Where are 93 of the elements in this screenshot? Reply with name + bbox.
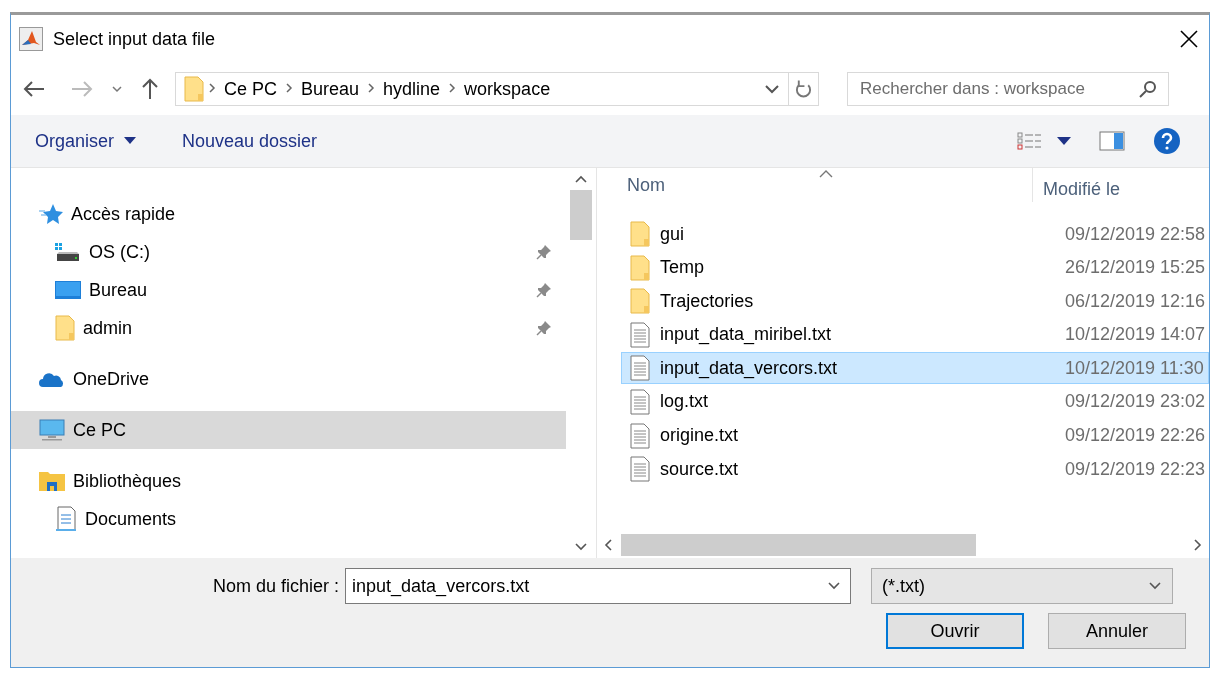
modified-date: 26/12/2019 15:25	[1065, 257, 1206, 279]
chevron-left-icon	[603, 538, 613, 552]
window-title: Select input data file	[53, 28, 217, 50]
column-header[interactable]: Nom	[597, 168, 1033, 202]
up-button[interactable]	[141, 78, 159, 100]
drive-icon	[55, 242, 81, 262]
file-row[interactable]: gui 09/12/2019 22:58	[621, 218, 1209, 250]
file-name: source.txt	[660, 458, 740, 480]
folder-icon	[630, 254, 650, 281]
caret-icon	[1057, 137, 1071, 145]
folder-icon	[630, 221, 650, 247]
tree-item[interactable]: Accès rapide	[11, 195, 566, 233]
file-name: origine.txt	[660, 425, 740, 447]
back-button[interactable]	[23, 80, 45, 98]
dropdown-icon[interactable]	[764, 84, 780, 94]
text-file-icon	[630, 456, 650, 483]
caret-icon	[124, 137, 137, 145]
modified-date: 09/12/2019 23:02	[1065, 391, 1206, 413]
file-name-label: Nom du fichier :	[213, 575, 340, 597]
desktop-icon	[55, 280, 81, 300]
scrollbar-thumb[interactable]	[621, 534, 976, 556]
breadcrumb[interactable]: Bureau	[297, 78, 364, 100]
file-name: log.txt	[660, 391, 710, 413]
pin-icon	[536, 244, 552, 260]
list-view-icon	[1017, 131, 1043, 151]
chevron-icon	[285, 82, 293, 94]
tree-item[interactable]: admin	[11, 309, 566, 347]
new-folder-button[interactable]: Nouveau dossier	[182, 126, 318, 156]
organize-menu[interactable]: Organiser	[35, 126, 137, 156]
breadcrumb[interactable]: workspace	[460, 78, 555, 100]
scrollbar-thumb[interactable]	[570, 190, 592, 240]
chevron-right-icon	[1193, 538, 1203, 552]
modified-date: 10/12/2019 14:07	[1065, 324, 1206, 346]
chevron-icon	[367, 82, 376, 94]
star-icon	[39, 203, 63, 225]
breadcrumb[interactable]: hydline	[379, 78, 445, 100]
chevron-icon	[208, 82, 216, 94]
dialog-button[interactable]: Annuler	[1048, 613, 1186, 649]
file-name: input_data_miribel.txt	[660, 324, 833, 346]
file-name: Trajectories	[660, 290, 755, 312]
file-row[interactable]: origine.txt 09/12/2019 22:26	[621, 419, 1209, 452]
refresh-icon	[795, 79, 812, 99]
tree-item[interactable]: OS (C:)	[11, 233, 566, 271]
file-row[interactable]: Trajectories 06/12/2019 12:16	[621, 285, 1209, 318]
chevron-down-icon	[1148, 581, 1163, 591]
history-dropdown[interactable]	[111, 85, 123, 93]
pin-icon	[536, 320, 552, 336]
app-icon	[19, 27, 43, 51]
dialog-button[interactable]: Ouvrir	[886, 613, 1024, 649]
modified-date: 09/12/2019 22:23	[1065, 458, 1206, 480]
close-icon	[1179, 29, 1199, 49]
dropdown-icon[interactable]	[827, 581, 842, 591]
search-icon	[1139, 80, 1157, 98]
folder-icon	[184, 76, 204, 102]
pin-icon	[536, 282, 552, 298]
search-field[interactable]: Rechercher dans : workspace	[847, 72, 1169, 106]
file-name: Temp	[660, 257, 705, 279]
tree-item[interactable]: OneDrive	[11, 360, 566, 398]
document-icon	[55, 506, 77, 532]
text-file-icon	[630, 388, 650, 415]
file-row[interactable]: log.txt 09/12/2019 23:02	[621, 385, 1209, 418]
breadcrumb[interactable]: Ce PC	[220, 78, 281, 100]
file-row[interactable]: input_data_miribel.txt 10/12/2019 14:07	[621, 318, 1209, 351]
tree-item[interactable]: Bibliothèques	[11, 462, 566, 500]
computer-icon	[39, 419, 65, 441]
chevron-icon	[448, 82, 457, 94]
folder-icon	[630, 288, 650, 315]
modified-date: 09/12/2019 22:26	[1065, 425, 1206, 447]
text-file-icon	[630, 355, 650, 382]
file-row[interactable]: source.txt 09/12/2019 22:23	[621, 453, 1209, 486]
text-file-icon	[630, 422, 650, 449]
tree-item[interactable]: Documents	[11, 500, 566, 538]
help-icon	[1153, 127, 1181, 155]
folder-icon	[55, 315, 75, 341]
column-header[interactable]: Modifié le	[1033, 168, 1209, 210]
tree-item[interactable]: Ce PC	[11, 411, 566, 449]
chevron-down-icon	[574, 542, 588, 552]
address-bar[interactable]: Ce PC Bureau hydline workspace	[175, 72, 819, 106]
cloud-icon	[39, 370, 65, 388]
file-name: input_data_vercors.txt	[660, 357, 839, 379]
modified-date: 09/12/2019 22:58	[1065, 223, 1206, 245]
file-name-field[interactable]: input_data_vercors.txt	[345, 568, 852, 604]
file-name: gui	[660, 223, 686, 245]
file-row[interactable]: input_data_vercors.txt 10/12/2019 11:30	[621, 352, 1209, 385]
library-icon	[39, 470, 65, 492]
tree-item[interactable]: Bureau	[11, 271, 566, 309]
text-file-icon	[630, 321, 650, 348]
file-type-dropdown[interactable]: (*.txt)	[871, 568, 1174, 604]
file-row[interactable]: Temp 26/12/2019 15:25	[621, 251, 1209, 284]
modified-date: 10/12/2019 11:30	[1065, 357, 1204, 379]
preview-pane-icon	[1099, 131, 1125, 151]
modified-date: 06/12/2019 12:16	[1065, 290, 1206, 312]
chevron-up-icon	[574, 174, 588, 184]
